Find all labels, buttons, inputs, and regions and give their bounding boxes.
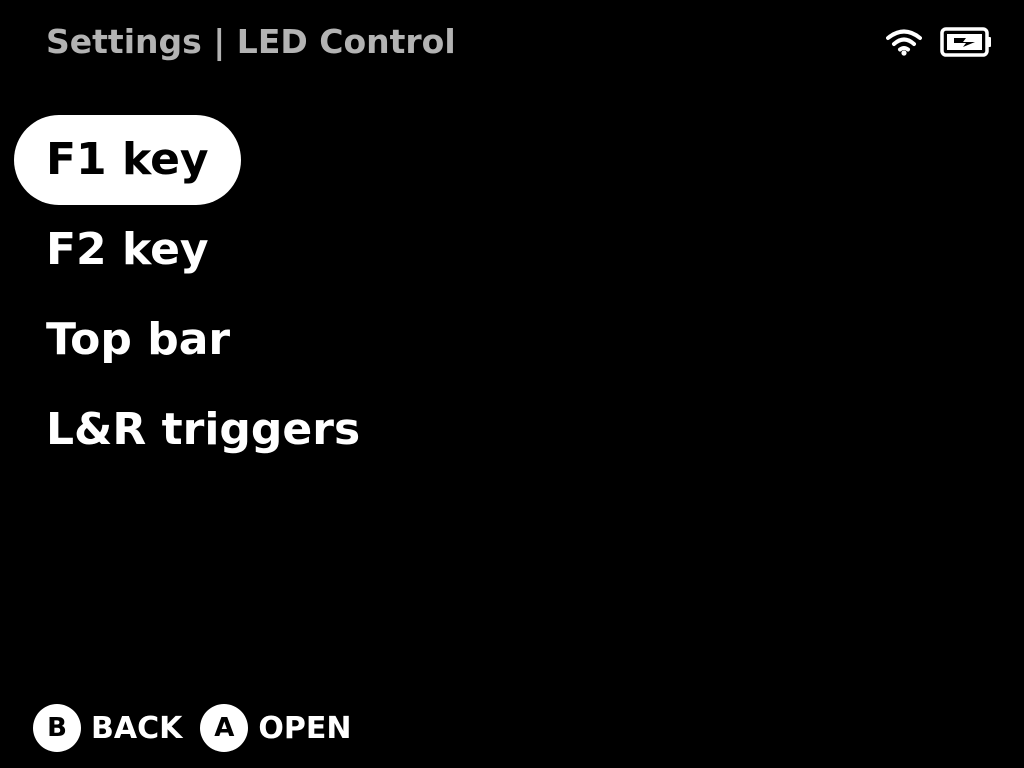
button-hints: B BACK A OPEN: [33, 704, 369, 752]
menu-item-f1-key[interactable]: F1 key: [14, 115, 241, 205]
status-bar: Settings | LED Control: [0, 0, 1024, 88]
menu-list: F1 key F2 key Top bar L&R triggers: [14, 115, 714, 475]
back-hint[interactable]: B BACK: [33, 704, 182, 752]
wifi-icon: [886, 29, 922, 56]
menu-row: F1 key: [14, 115, 714, 205]
a-button-icon: A: [200, 704, 249, 752]
menu-row: Top bar: [14, 295, 714, 385]
menu-item-f2-key[interactable]: F2 key: [14, 205, 241, 295]
menu-row: F2 key: [14, 205, 714, 295]
menu-item-top-bar[interactable]: Top bar: [14, 295, 262, 385]
back-label: BACK: [91, 710, 183, 746]
battery-charging-icon: [940, 27, 991, 57]
menu-item-lr-triggers[interactable]: L&R triggers: [14, 385, 392, 475]
menu-row: L&R triggers: [14, 385, 714, 475]
open-label: OPEN: [258, 710, 352, 746]
b-button-icon: B: [33, 704, 81, 752]
open-hint[interactable]: A OPEN: [200, 704, 351, 752]
page-title: Settings | LED Control: [46, 22, 456, 61]
